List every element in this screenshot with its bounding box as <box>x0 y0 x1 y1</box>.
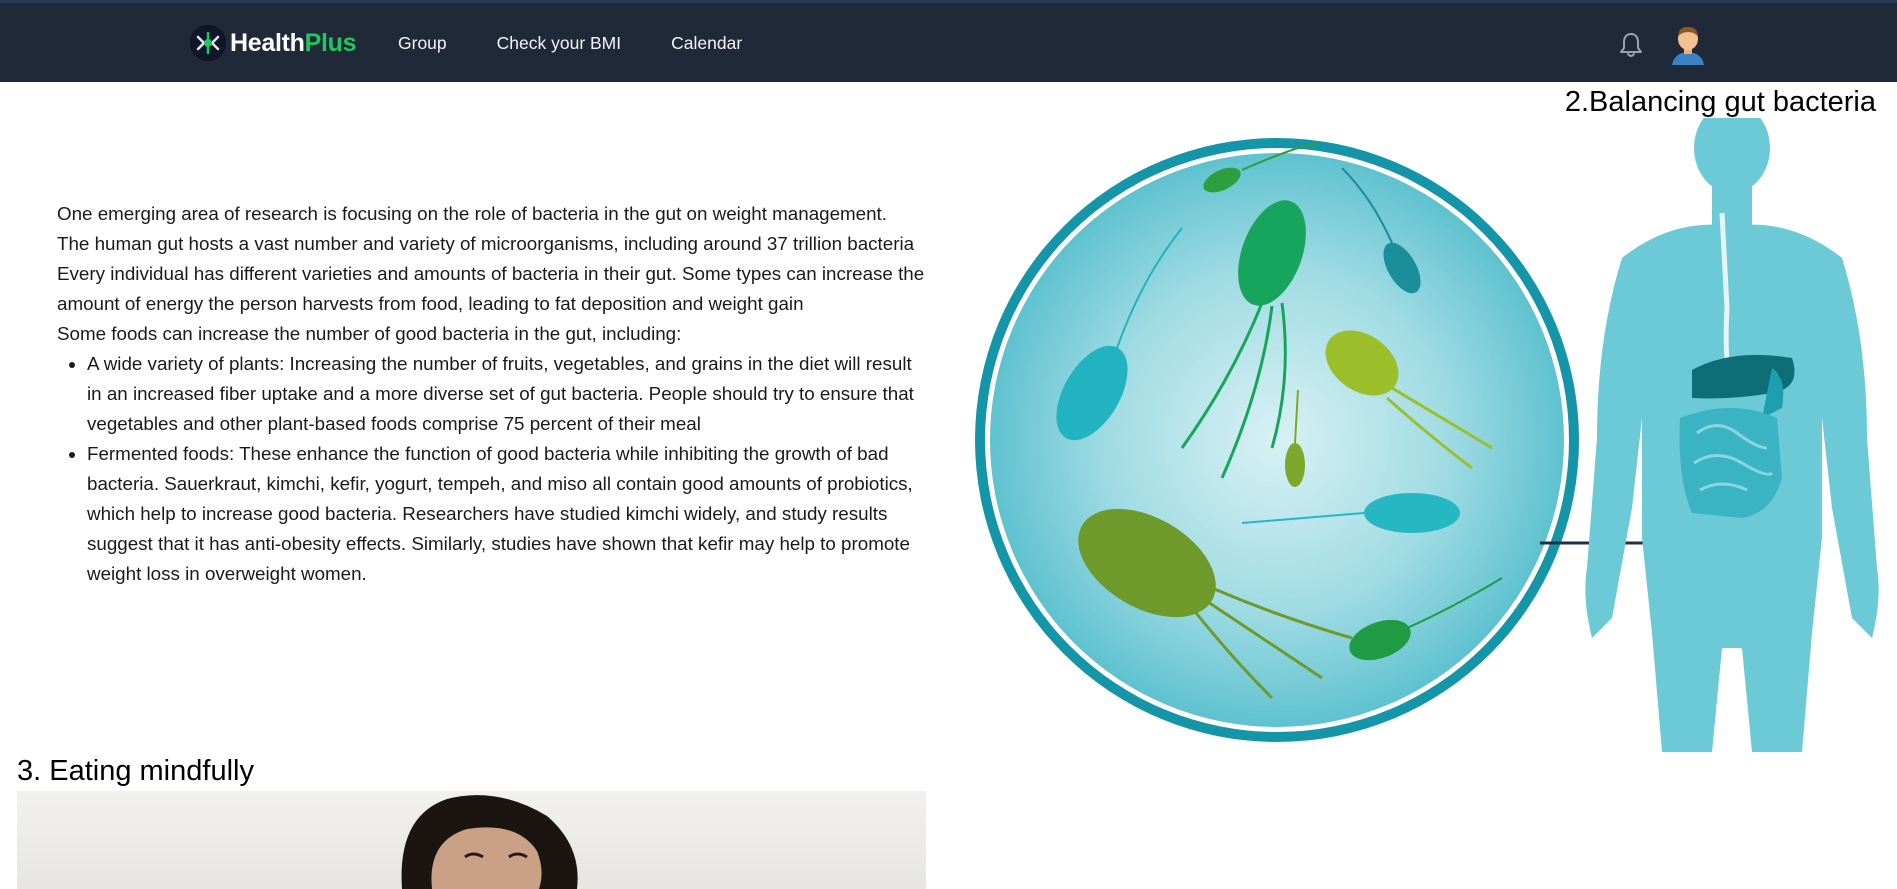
brand-name-part1: Health <box>230 28 305 57</box>
nav-calendar[interactable]: Calendar <box>671 33 742 54</box>
brand-name-part2: Plus <box>304 28 357 57</box>
gut-bacteria-illustration <box>975 118 1879 752</box>
nav-check-bmi[interactable]: Check your BMI <box>497 33 621 54</box>
section3-title: 3. Eating mindfully <box>17 755 254 787</box>
list-item: A wide variety of plants: Increasing the… <box>87 349 927 439</box>
brand-logo[interactable]: HealthPlus <box>190 23 357 63</box>
paragraph: The human gut hosts a vast number and va… <box>57 233 915 254</box>
main-nav: Group Check your BMI Calendar <box>398 33 742 54</box>
paragraph: Some foods can increase the number of go… <box>57 323 682 344</box>
paragraph: Every individual has different varieties… <box>57 263 925 314</box>
bell-icon[interactable] <box>1618 31 1644 59</box>
list-item: Fermented foods: These enhance the funct… <box>87 439 927 589</box>
woman-photo <box>17 791 926 889</box>
user-avatar[interactable] <box>1668 23 1708 65</box>
paragraph: One emerging area of research is focusin… <box>57 203 887 224</box>
logo-emblem-icon <box>190 25 226 61</box>
food-list: A wide variety of plants: Increasing the… <box>57 349 927 589</box>
section2-title: 2.Balancing gut bacteria <box>1564 86 1876 118</box>
top-navbar: HealthPlus Group Check your BMI Calendar <box>0 0 1897 82</box>
section2-text: One emerging area of research is focusin… <box>57 199 927 589</box>
nav-group[interactable]: Group <box>398 33 447 54</box>
